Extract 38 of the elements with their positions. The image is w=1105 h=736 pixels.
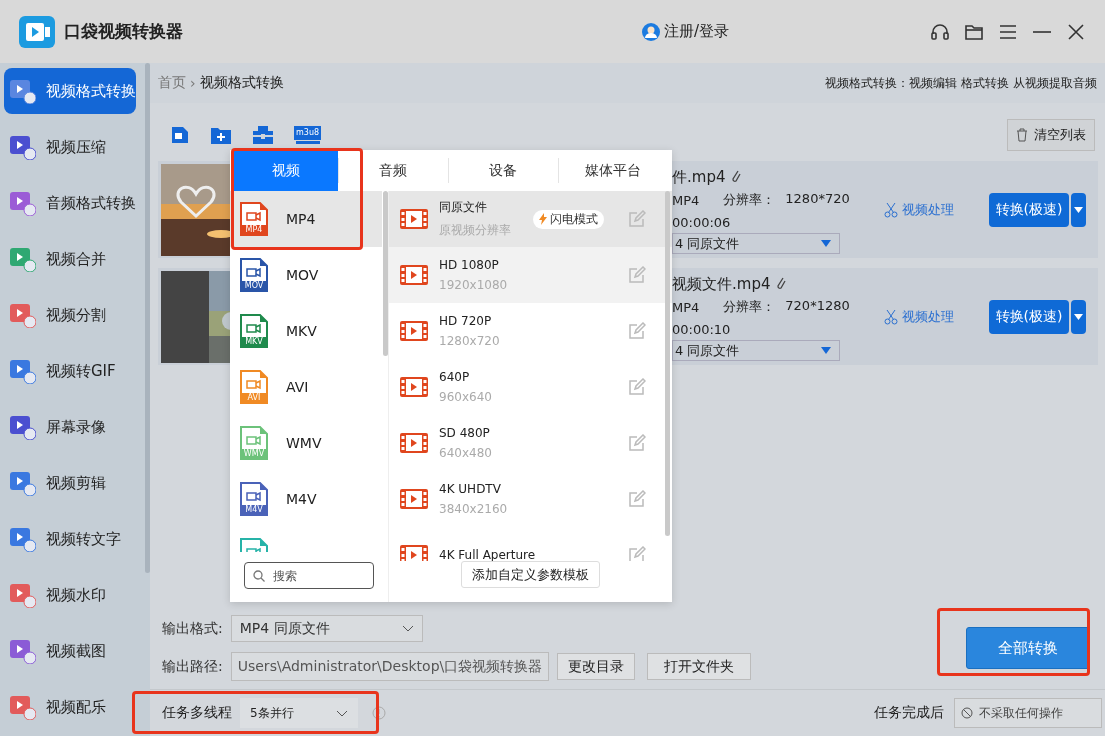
- resolution-value: 720*1280: [785, 298, 850, 315]
- preset-title: SD 480P: [439, 426, 491, 440]
- file-format: MP4: [672, 299, 700, 315]
- app-title: 口袋视频转换器: [64, 20, 183, 43]
- threads-label: 任务多线程: [162, 704, 232, 722]
- preset-title: 同原文件: [439, 199, 488, 216]
- preset-resolution: 960x640: [439, 390, 493, 404]
- icon-label: WMV: [242, 449, 266, 459]
- icon-label: MP4: [244, 225, 264, 235]
- preset-title: 4K UHDTV: [439, 482, 502, 496]
- icon-label: MOV: [243, 281, 265, 291]
- breadcrumb-current: 视频格式转换: [199, 74, 284, 92]
- file-name: 视频文件.mp4: [672, 274, 771, 294]
- preset-title: 4K Full Aperture: [439, 548, 537, 561]
- file-format: MP4: [672, 192, 700, 208]
- preset-resolution: 640x480: [439, 446, 493, 460]
- output-path-label: 输出路径:: [162, 657, 223, 676]
- file-name: 件.mp4: [672, 167, 726, 187]
- output-format-label: 输出格式:: [162, 619, 223, 638]
- header-note: 视频格式转换：视频编辑 格式转换 从视频提取音频: [825, 74, 1097, 92]
- preset-resolution: 1920x1080: [439, 278, 509, 292]
- file-duration: 00:00:10: [672, 320, 732, 339]
- icon-label: M4V: [244, 505, 264, 515]
- preset-title: 640P: [439, 370, 471, 384]
- resolution-label: 分辨率：: [723, 298, 776, 316]
- flash-mode-badge: 闪电模式: [533, 209, 604, 229]
- preset-resolution: 1280x720: [439, 334, 501, 348]
- icon-label: m3u8: [294, 126, 322, 140]
- preset-title: HD 720P: [439, 314, 493, 328]
- after-task-label: 任务完成后: [874, 704, 944, 722]
- icon-label: AVI: [246, 393, 262, 403]
- preset-title: HD 1080P: [439, 258, 500, 272]
- resolution-label: 分辨率：: [723, 191, 776, 209]
- resolution-value: 1280*720: [785, 191, 850, 208]
- file-duration: 00:00:06: [672, 213, 732, 232]
- icon-label: MKV: [244, 337, 264, 347]
- preset-resolution: 3840x2160: [439, 502, 509, 516]
- breadcrumb-separator: ›: [190, 75, 196, 91]
